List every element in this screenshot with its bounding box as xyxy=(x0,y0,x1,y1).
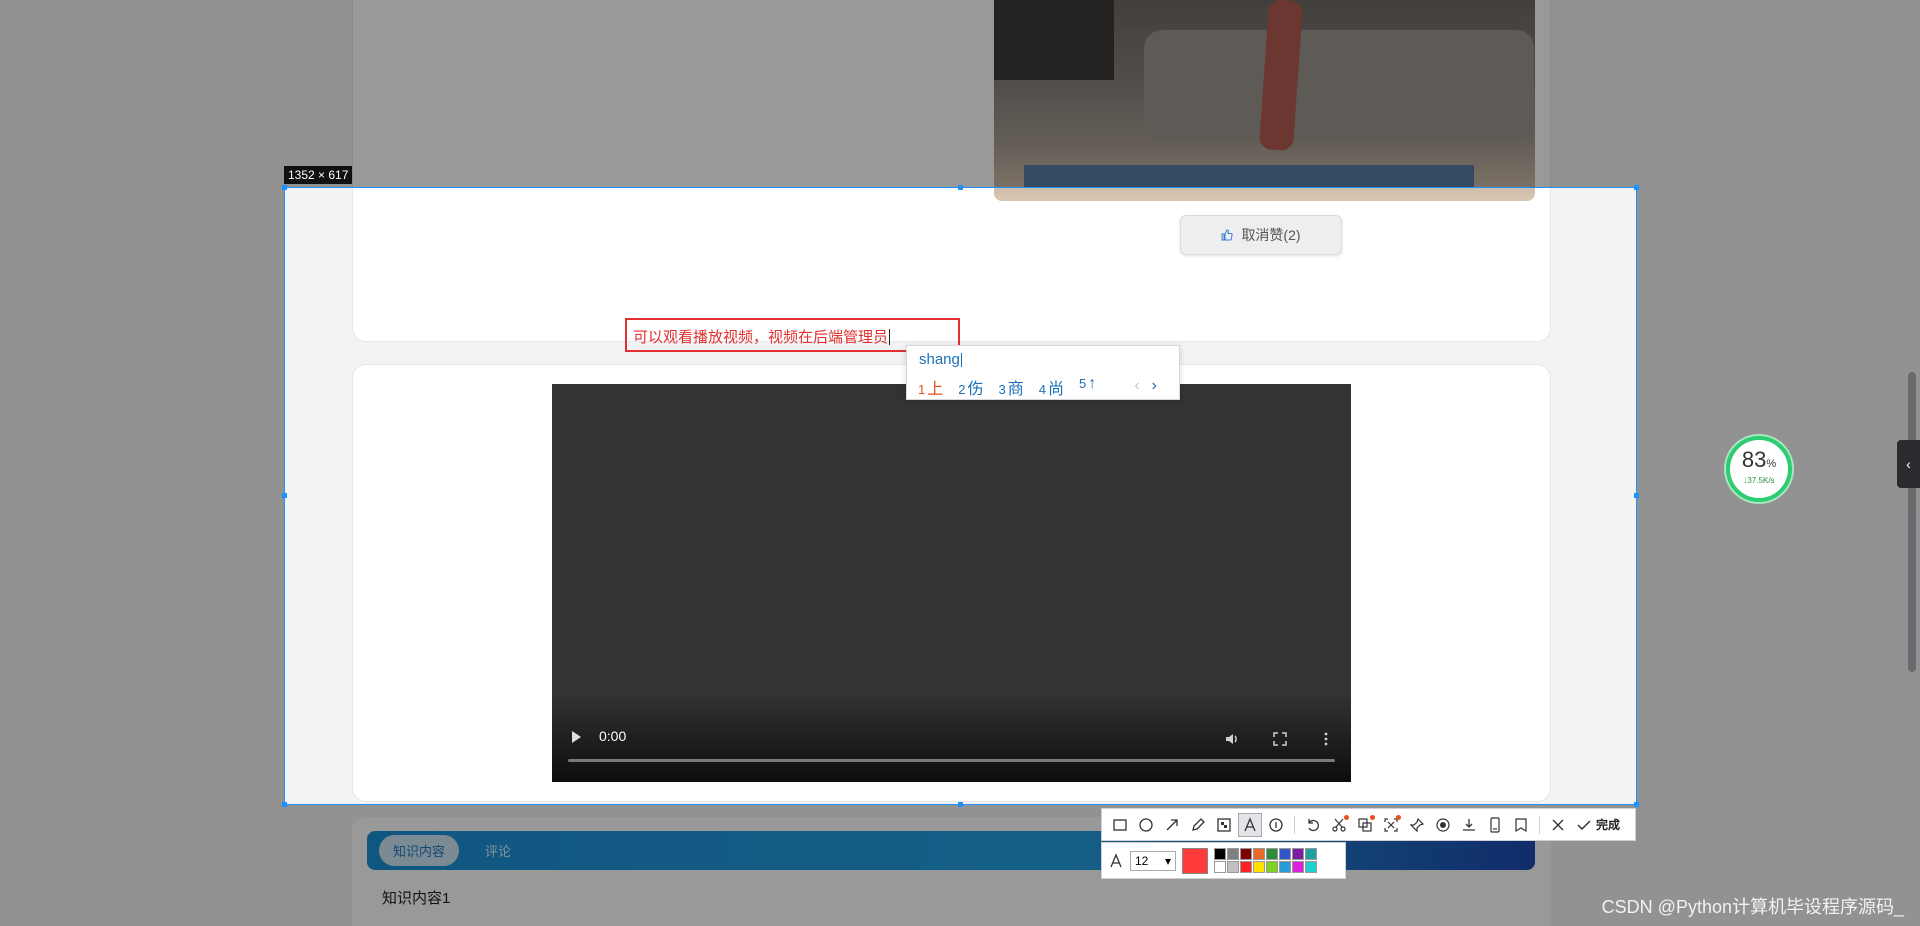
dim-top xyxy=(0,0,1920,187)
ime-prev-page-icon[interactable]: ‹ xyxy=(1134,377,1139,395)
font-icon xyxy=(1110,852,1122,867)
resize-handle[interactable] xyxy=(282,493,287,498)
color-swatch[interactable] xyxy=(1253,848,1265,860)
network-speed-widget[interactable]: 83% ↓37.5K/s xyxy=(1726,436,1792,502)
translate-icon[interactable] xyxy=(1327,813,1351,837)
scrollbar-thumb[interactable] xyxy=(1908,372,1916,672)
pencil-icon[interactable] xyxy=(1186,813,1210,837)
resize-handle[interactable] xyxy=(1634,493,1639,498)
text-annotation-content: 可以观看播放视频，视频在后端管理员 xyxy=(633,329,889,346)
screenshot-toolbar: 完成 xyxy=(1101,808,1636,841)
ime-candidate[interactable]: 5 ↑ xyxy=(1079,375,1096,399)
ime-candidate[interactable]: 4尚 xyxy=(1039,375,1064,399)
speed-rate: ↓37.5K/s xyxy=(1743,476,1775,485)
text-annotation[interactable]: 可以观看播放视频，视频在后端管理员 xyxy=(633,326,891,347)
done-button[interactable]: 完成 xyxy=(1576,816,1620,833)
color-swatch[interactable] xyxy=(1266,848,1278,860)
resize-handle[interactable] xyxy=(1634,802,1639,807)
speed-percent: 83 xyxy=(1741,447,1767,472)
screen-record-icon[interactable] xyxy=(1379,813,1403,837)
dim-right xyxy=(1637,187,1920,805)
color-swatch[interactable] xyxy=(1227,848,1239,860)
color-swatch[interactable] xyxy=(1292,848,1304,860)
color-swatch[interactable] xyxy=(1305,861,1317,873)
undo-icon[interactable] xyxy=(1301,813,1325,837)
ime-next-page-icon[interactable]: › xyxy=(1152,377,1157,395)
color-swatch[interactable] xyxy=(1214,848,1226,860)
side-panel-toggle[interactable]: ‹ xyxy=(1897,440,1920,488)
selection-rectangle[interactable] xyxy=(284,187,1637,805)
rectangle-icon[interactable] xyxy=(1108,813,1132,837)
ime-candidate[interactable]: 3商 xyxy=(999,375,1024,399)
save-icon[interactable] xyxy=(1509,813,1533,837)
ime-pinyin: shang xyxy=(919,351,962,368)
done-button-label: 完成 xyxy=(1596,818,1621,832)
color-swatch[interactable] xyxy=(1253,861,1265,873)
color-swatch[interactable] xyxy=(1305,848,1317,860)
ime-candidate-window: shang 1上 2伤 3商 4尚 5 ↑ ‹ › xyxy=(906,345,1180,400)
ocr-icon[interactable] xyxy=(1353,813,1377,837)
pin-icon[interactable] xyxy=(1405,813,1429,837)
ellipse-icon[interactable] xyxy=(1134,813,1158,837)
font-size-select[interactable]: 12 ▾ xyxy=(1130,850,1176,871)
chevron-down-icon: ▾ xyxy=(1164,853,1171,868)
color-swatch[interactable] xyxy=(1240,861,1252,873)
text-options-bar: 12 ▾ xyxy=(1101,842,1346,879)
chevron-left-icon: ‹ xyxy=(1906,456,1911,472)
color-palette xyxy=(1214,848,1317,873)
text-icon[interactable] xyxy=(1238,812,1262,837)
resize-handle[interactable] xyxy=(958,185,963,190)
watermark: CSDN @Python计算机毕设程序源码_ xyxy=(1601,897,1904,917)
record-icon[interactable] xyxy=(1431,813,1455,837)
color-swatch[interactable] xyxy=(1292,861,1304,873)
color-swatch[interactable] xyxy=(1227,861,1239,873)
ime-candidate[interactable]: 1上 xyxy=(918,375,943,399)
arrow-icon[interactable] xyxy=(1160,813,1184,837)
current-color-swatch[interactable] xyxy=(1182,847,1208,874)
check-icon xyxy=(1577,819,1591,830)
long-screenshot-icon[interactable] xyxy=(1483,813,1507,837)
color-swatch[interactable] xyxy=(1214,861,1226,873)
color-swatch[interactable] xyxy=(1279,848,1291,860)
ime-candidate[interactable]: 2伤 xyxy=(958,375,983,399)
selection-size-label: 1352 × 617 xyxy=(284,166,353,184)
resize-handle[interactable] xyxy=(282,185,287,190)
resize-handle[interactable] xyxy=(282,802,287,807)
color-swatch[interactable] xyxy=(1279,861,1291,873)
number-icon[interactable] xyxy=(1264,813,1288,837)
color-swatch[interactable] xyxy=(1240,848,1252,860)
close-icon[interactable] xyxy=(1546,813,1570,837)
mosaic-icon[interactable] xyxy=(1212,813,1236,837)
color-swatch[interactable] xyxy=(1266,861,1278,873)
resize-handle[interactable] xyxy=(958,802,963,807)
dim-left xyxy=(0,187,284,805)
resize-handle[interactable] xyxy=(1634,185,1639,190)
download-icon[interactable] xyxy=(1457,813,1481,837)
